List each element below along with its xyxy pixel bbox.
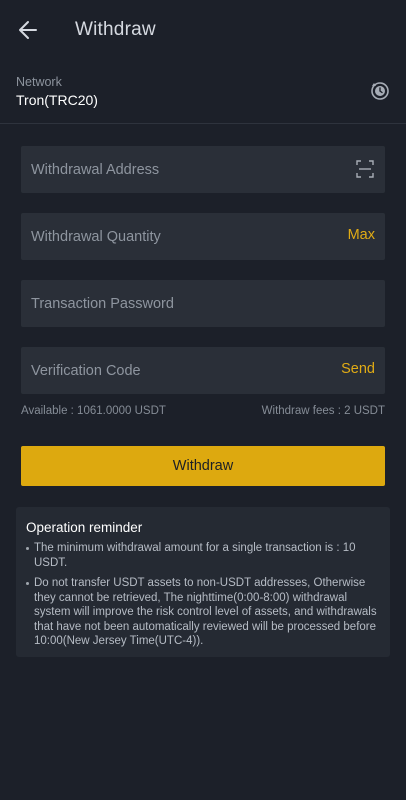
- balance-info-row: Available : 1061.0000 USDT Withdraw fees…: [21, 405, 385, 421]
- switch-network-icon: [371, 82, 389, 100]
- header: Withdraw: [0, 0, 406, 60]
- page-title: Withdraw: [75, 19, 156, 40]
- verification-code-field[interactable]: Send: [21, 347, 385, 394]
- available-balance: Available : 1061.0000 USDT: [21, 405, 166, 417]
- withdraw-fees: Withdraw fees : 2 USDT: [261, 405, 385, 417]
- back-button[interactable]: [14, 16, 44, 44]
- reminder-item: Do not transfer USDT assets to non-USDT …: [26, 576, 384, 649]
- withdrawal-address-input[interactable]: [21, 146, 385, 193]
- reminder-item: The minimum withdrawal amount for a sing…: [26, 541, 384, 570]
- scan-button[interactable]: [356, 160, 374, 178]
- network-value: Tron(TRC20): [16, 92, 98, 108]
- arrow-left-icon: [19, 21, 37, 39]
- withdrawal-address-field[interactable]: [21, 146, 385, 193]
- reminder-title: Operation reminder: [26, 520, 143, 535]
- switch-network-button[interactable]: [369, 80, 391, 102]
- send-code-button[interactable]: Send: [341, 361, 375, 377]
- network-label: Network: [16, 75, 62, 89]
- transaction-password-input[interactable]: [21, 280, 385, 327]
- withdrawal-quantity-input[interactable]: [21, 213, 385, 260]
- verification-code-input[interactable]: [21, 347, 385, 394]
- transaction-password-field[interactable]: [21, 280, 385, 327]
- operation-reminder: Operation reminder The minimum withdrawa…: [16, 507, 390, 657]
- withdraw-screen: Withdraw Network Tron(TRC20) Max: [0, 0, 406, 800]
- max-button[interactable]: Max: [348, 227, 375, 243]
- withdraw-button[interactable]: Withdraw: [21, 446, 385, 486]
- network-selector[interactable]: Network Tron(TRC20): [0, 66, 406, 124]
- reminder-list: The minimum withdrawal amount for a sing…: [26, 541, 384, 655]
- scan-qr-icon: [356, 160, 374, 178]
- withdrawal-quantity-field[interactable]: Max: [21, 213, 385, 260]
